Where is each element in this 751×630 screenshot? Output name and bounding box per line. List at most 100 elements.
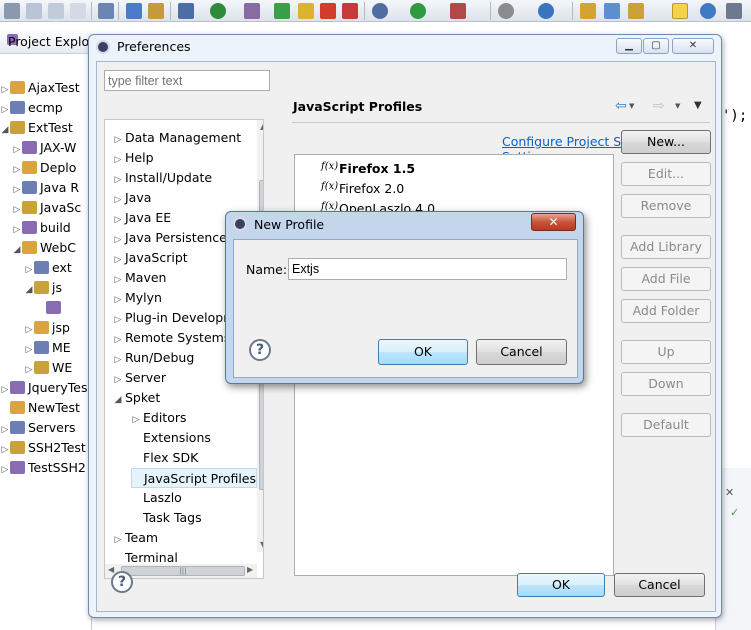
explorer-item[interactable]: ▷ WE [24,358,73,380]
profile-add-folder-button[interactable]: Add Folder [621,299,711,323]
cancel-button[interactable]: Cancel [614,573,705,597]
expand-icon[interactable]: ◢ [24,280,34,300]
expand-icon[interactable]: ▷ [12,160,22,180]
expand-icon[interactable]: ▷ [113,190,123,210]
preferences-tree-item[interactable]: ▷ Data Management [113,128,242,150]
cancel-button[interactable]: Cancel [476,339,567,365]
view-restore-icon[interactable]: ✓ [730,506,739,519]
expand-icon[interactable]: ▷ [12,140,22,160]
expand-icon[interactable]: ▷ [113,270,123,290]
preferences-tree-item[interactable]: ▷ Java [113,188,152,210]
expand-icon[interactable]: ▷ [113,230,123,250]
explorer-item[interactable]: ▷ SSH2Test [0,438,86,458]
expand-icon[interactable]: ▷ [113,350,123,370]
step-icon[interactable] [178,3,194,19]
annotation-icon[interactable] [244,3,260,19]
explorer-item[interactable]: ▷ ecmp [0,98,63,118]
expand-icon[interactable]: ▷ [24,360,34,380]
debug-skip-icon[interactable] [98,3,114,19]
expand-icon[interactable]: ▷ [113,130,123,150]
explorer-item[interactable]: NewTest [0,398,80,418]
explorer-item[interactable]: ◢ js [24,278,62,298]
explorer-item[interactable]: ▷ Servers [0,418,76,438]
preferences-tree-item[interactable]: ▷ Server [113,368,166,388]
expand-icon[interactable]: ▷ [0,420,10,440]
expand-icon[interactable]: ▷ [113,150,123,170]
preferences-tree-item[interactable]: ▷ Java Persistence [113,228,227,248]
open-folder-icon[interactable] [580,3,596,19]
preferences-tree-item[interactable]: ▷ Team [113,528,159,550]
explorer-item[interactable]: ◢ WebC [12,238,76,258]
filter-input[interactable] [104,70,270,91]
expand-icon[interactable]: ▷ [113,310,123,330]
profile-add-file-button[interactable]: Add File [621,267,711,291]
explorer-item[interactable]: ▷ TestSSH2 [0,458,86,478]
profile-remove-button[interactable]: Remove [621,194,711,218]
scroll-down-icon[interactable]: ▼ [260,540,263,549]
profile-new-button[interactable]: New... [621,130,711,154]
hscroll-thumb[interactable]: ||| [121,566,245,576]
expand-icon[interactable]: ▷ [113,250,123,270]
preferences-tree-item[interactable]: ▷ Remote Systems [113,328,231,348]
preferences-tree-item[interactable]: ◢ Spket [113,388,161,408]
tasks-icon[interactable] [126,3,142,19]
disconnect-icon[interactable] [342,3,358,19]
preferences-tree-item[interactable]: ▷ JavaScript [113,248,188,268]
highlight-icon[interactable] [672,3,688,19]
ok-button[interactable]: OK [517,573,605,597]
expand-icon[interactable]: ▷ [113,210,123,230]
expand-icon[interactable]: ◢ [0,120,10,140]
search-icon[interactable] [628,3,644,19]
explorer-item[interactable]: ▷ ext [24,258,72,278]
nav-icon[interactable] [726,3,742,19]
help-icon[interactable]: ? [249,339,271,361]
explorer-item[interactable]: ▷ AjaxTest [0,78,80,98]
new-icon[interactable] [4,3,20,19]
debug-icon[interactable] [372,3,388,19]
preferences-tree-item[interactable]: JavaScript Profiles [131,468,258,488]
explorer-item[interactable]: ▷ Java R [12,178,80,198]
scroll-left-icon[interactable]: ◀ [108,565,114,574]
run-icon[interactable] [410,3,426,19]
expand-icon[interactable]: ▷ [24,260,34,280]
preferences-tree-item[interactable]: Flex SDK [131,448,198,468]
close-button[interactable]: ✕ [531,213,576,231]
expand-icon[interactable]: ▷ [0,440,10,460]
maximize-button[interactable]: ▢ [643,38,669,54]
save-all-icon[interactable] [48,3,64,19]
explorer-item[interactable]: ▷ JAX-W [12,138,77,160]
profile-item[interactable]: Firefox 2.0 [339,179,404,199]
edit-icon[interactable] [148,3,164,19]
explorer-item[interactable]: ◢ ExtTest [0,118,73,138]
forward-icon[interactable]: ⇨ [653,98,665,114]
web-icon[interactable] [538,3,554,19]
preferences-tree-item[interactable]: ▷ Plug-in Developm [113,308,236,330]
expand-icon[interactable]: ▷ [113,170,123,190]
help-icon[interactable]: ? [111,571,133,593]
preferences-tree-item[interactable]: ▷ Help [113,148,154,168]
profile-down-button[interactable]: Down [621,372,711,396]
forward-menu-icon[interactable]: ▼ [675,102,680,110]
expand-icon[interactable]: ▷ [0,460,10,480]
expand-icon[interactable]: ▷ [113,530,123,550]
back-menu-icon[interactable]: ▼ [629,102,634,110]
expand-icon[interactable]: ▷ [0,380,10,400]
expand-icon[interactable]: ▷ [0,80,10,100]
explorer-item[interactable]: ▷ jsp [24,318,70,338]
profile-add-library-button[interactable]: Add Library [621,235,711,259]
expand-icon[interactable]: ▷ [0,100,10,120]
close-button[interactable]: ✕ [672,38,714,54]
resume-icon[interactable] [274,3,290,19]
scroll-right-icon[interactable]: ▶ [247,565,253,574]
preferences-tree-item[interactable]: ▷ Mylyn [113,288,162,308]
save-icon[interactable] [26,3,42,19]
explorer-item[interactable] [36,298,64,318]
expand-icon[interactable]: ▷ [12,200,22,220]
explorer-item[interactable]: ▷ JavaSc [12,198,82,220]
preferences-tree-item[interactable]: ▷ Run/Debug [113,348,195,370]
globe-icon[interactable] [700,3,716,19]
server-icon[interactable] [498,3,514,19]
view-close-icon[interactable]: ✕ [725,486,734,499]
name-input[interactable] [288,258,567,280]
project-explorer-tab[interactable]: Project Explore [0,30,102,54]
